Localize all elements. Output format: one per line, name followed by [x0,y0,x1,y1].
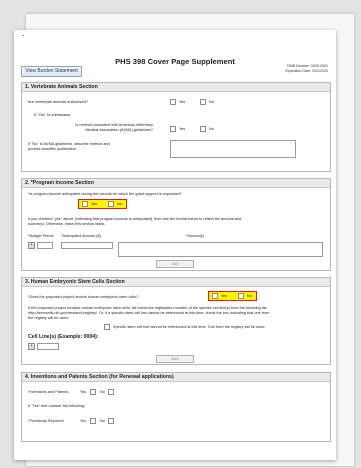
omb-info: OMB Number: 0925-0001 Expiration Date: 3… [285,64,328,74]
program-income-question: *Is program income anticipated during th… [28,192,182,196]
sources-textarea[interactable] [118,242,323,257]
if-no-avma-line2: provide scientific justification [28,147,76,151]
avma-yes-checkbox[interactable] [170,126,176,132]
hesc-yes-checkbox[interactable] [212,293,218,299]
reported-no-checkbox[interactable] [108,418,114,424]
yes-label: Yes [179,127,186,131]
euthanized-no-checkbox[interactable] [200,99,206,105]
budget-period-input[interactable] [37,242,53,249]
if-no-avma-line1: If "No" to AVMA guidelines, describe met… [28,142,110,146]
no-label: No [117,202,122,206]
section-heading: 4. Inventions and Patents Section (for R… [22,373,330,382]
section-heading: 1. Vertebrate Animals Section [22,83,330,92]
vertebrate-animals-section: 1. Vertebrate Animals Section Are verteb… [21,82,331,172]
if-yes-answer-label: If "Yes" then answer the following: [28,404,86,408]
if-yes-euthanasia-label: If "Yes" to euthanasia [34,113,70,117]
anticipated-amount-header: *Anticipated Amount ($) [61,234,101,238]
section-heading: 3. Human Embryonic Stem Cells Section [22,278,330,287]
hesc-no-checkbox[interactable] [238,293,244,299]
yes-label: Yes [91,202,98,206]
budget-period-header: *Budget Period [28,234,54,238]
avma-question-line1: Is method consistent with American Veter… [75,123,153,127]
no-label: No [209,100,214,104]
sources-header: *Source(s) [186,234,204,238]
expiration-date: Expiration Date: 3/31/2020 [285,69,328,73]
hesc-question: *Does the proposed project involve human… [28,295,139,299]
no-label: No [100,419,105,423]
no-label: No [100,390,105,394]
income-yes-checkbox[interactable] [82,201,88,207]
page-mark [22,35,24,36]
anticipated-amount-input[interactable] [61,242,113,249]
cell-line-input[interactable] [37,343,59,350]
reported-yes-checkbox[interactable] [90,418,96,424]
inventions-patents-question: *Inventions and Patents: [28,390,70,394]
specific-line-label: Specific stem cell line cannot be refere… [113,325,266,329]
income-no-checkbox[interactable] [108,201,114,207]
avma-justification-textarea[interactable] [170,140,296,158]
euthanized-question: Are vertebrate animals euthanized? [28,100,88,104]
yes-label: Yes [221,294,228,298]
no-label: No [209,127,214,131]
income-add-button[interactable]: Add [156,260,194,268]
cell-line-add-button[interactable]: Add [156,355,194,363]
inventions-patents-section: 4. Inventions and Patents Section (for R… [21,372,331,442]
human-embryonic-stem-cells-section: 3. Human Embryonic Stem Cells Section *D… [21,277,331,365]
program-income-section: 2. *Program Income Section *Is program i… [21,178,331,271]
income-instructions-line2: source(s). Otherwise, leave this section… [28,222,106,226]
patents-no-checkbox[interactable] [108,389,114,395]
hesc-instructions-line2: http://stemcells.nih.gov/research/regist… [28,311,270,315]
yes-label: Yes [80,390,87,394]
euthanized-yes-checkbox[interactable] [170,99,176,105]
specific-line-checkbox[interactable] [104,324,110,330]
hesc-instructions-line1: If the proposed project involves human e… [28,306,268,310]
form-page: PHS 398 Cover Page Supplement View Burde… [14,30,336,460]
view-burden-statement-button[interactable]: View Burden Statement [21,66,82,77]
no-label: No [247,294,252,298]
patents-yes-checkbox[interactable] [90,389,96,395]
add-cell-line-plus-icon[interactable]: + [28,343,35,350]
add-row-plus-icon[interactable]: + [28,242,35,249]
avma-no-checkbox[interactable] [200,126,206,132]
previously-reported-question: *Previously Reported [28,419,64,423]
hesc-instructions-line3: the registry will be used: [28,316,69,320]
yes-label: Yes [179,100,186,104]
section-heading: 2. *Program Income Section [22,179,330,188]
income-instructions-line1: If you checked "yes" above (indicating t… [28,217,242,221]
yes-label: Yes [80,419,87,423]
cell-lines-label: Cell Line(s) (Example: 0004): [28,334,99,340]
avma-question-line2: Medical Association (AVMA) guidelines? [85,128,153,132]
